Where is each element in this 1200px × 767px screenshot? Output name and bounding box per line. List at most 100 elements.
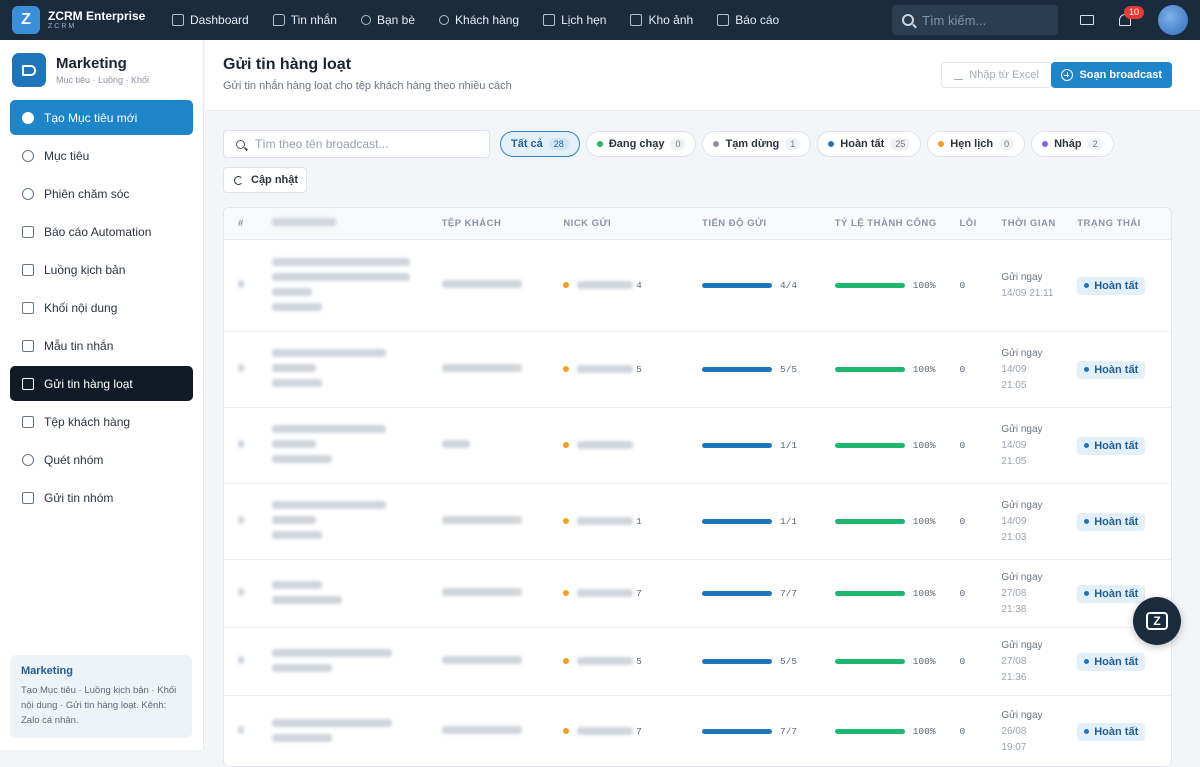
plus-circle-icon [1061, 69, 1074, 81]
status-badge[interactable]: Hoàn tất [1077, 360, 1146, 379]
sidebar-item-goals[interactable]: Mục tiêu [10, 138, 193, 173]
table-row[interactable]: 7 7/7 100% 0 Gửi ngay 27/08 21:38 Hoàn tất [224, 560, 1171, 628]
refresh-label: Cập nhật [251, 174, 299, 186]
top-bar: Z ZCRM Enterprise ZCRM Dashboard Tin nhắ… [0, 0, 1200, 40]
broadcast-name[interactable] [260, 254, 436, 318]
megaphone-icon [22, 377, 34, 390]
sidebar-item-bulk-send[interactable]: Gửi tin hàng loạt [10, 366, 193, 401]
progress-bar [702, 728, 773, 734]
customer-file [436, 440, 558, 451]
sidebar-item-create-goal[interactable]: Tạo Mục tiêu mới [10, 100, 193, 135]
sidebar-item-content-blocks[interactable]: Khối nội dung [10, 290, 193, 325]
chip-count: 25 [890, 138, 911, 150]
nav-messages[interactable]: Tin nhắn [261, 0, 349, 40]
table-row[interactable]: 7 7/7 100% 0 Gửi ngay 26/08 19:07 Hoàn tất [224, 696, 1171, 766]
status-badge[interactable]: Hoàn tất [1077, 512, 1146, 531]
status-badge[interactable]: Hoàn tất [1077, 436, 1146, 455]
status-dot [713, 141, 720, 147]
filter-chip-draft[interactable]: Nháp 2 [1031, 131, 1114, 157]
filter-chip-scheduled[interactable]: Hẹn lịch 0 [927, 131, 1026, 157]
broadcast-name[interactable] [260, 345, 436, 394]
progress-bar [702, 518, 773, 524]
progress-text: 4/4 [780, 279, 798, 291]
user-avatar[interactable] [1158, 5, 1188, 35]
broadcast-name[interactable] [260, 421, 436, 470]
sidebar-item-label: Tạo Mục tiêu mới [44, 110, 138, 125]
broadcast-name[interactable] [260, 715, 436, 749]
send-time: Gửi ngay 27/08 21:38 [997, 570, 1073, 618]
send-clock: 21:36 [1001, 671, 1027, 683]
brand[interactable]: Z ZCRM Enterprise ZCRM [0, 6, 160, 34]
column-header: TIẾN ĐỘ GỬI [702, 218, 767, 229]
table-row[interactable]: 5 5/5 100% 0 Gửi ngay 27/08 21:36 Hoàn tất [224, 628, 1171, 696]
sender-nick: 4 [557, 280, 696, 291]
broadcast-search-input[interactable] [255, 137, 475, 151]
chat-icon [272, 14, 285, 26]
send-progress: 1/1 [696, 516, 829, 527]
sidebar-item-message-templates[interactable]: Mẫu tin nhắn [10, 328, 193, 363]
table-row[interactable]: 4 4/4 100% 0 Gửi ngay 14/09 21:11 Hoàn tấ… [224, 240, 1171, 332]
status-badge[interactable]: Hoàn tất [1077, 722, 1146, 741]
sidebar-item-customer-files[interactable]: Tệp khách hàng [10, 404, 193, 439]
sidebar-item-automation-report[interactable]: Báo cáo Automation [10, 214, 193, 249]
filter-bar: Tất cả 28 Đang chạy 0 Tạm dừng 1 Hoàn tất 25… [205, 111, 1200, 158]
notifications-button[interactable]: 10 [1110, 5, 1144, 35]
sidebar-item-script-flows[interactable]: Luồng kịch bản [10, 252, 193, 287]
chip-count: 28 [548, 138, 569, 150]
send-time: Gửi ngay 14/09 21:11 [997, 270, 1073, 302]
status-label: Hoàn tất [1094, 587, 1139, 600]
nav-label: Dashboard [190, 13, 249, 27]
info-card-title: Marketing [21, 665, 73, 677]
table-row[interactable]: 5 5/5 100% 0 Gửi ngay 14/09 21:05 Hoàn tất [224, 332, 1171, 408]
chip-count: 0 [670, 138, 686, 150]
import-excel-label: Nhập từ Excel [969, 69, 1039, 81]
status-cell: Hoàn tất [1073, 722, 1171, 741]
table-row[interactable]: 1 1/1 100% 0 Gửi ngay 14/09 21:03 Hoàn tất [224, 484, 1171, 560]
status-badge[interactable]: Hoàn tất [1077, 584, 1146, 603]
column-header-name[interactable] [260, 218, 436, 229]
send-mode: Gửi ngay [1001, 639, 1043, 651]
chat-support-button[interactable]: Z [1133, 597, 1181, 645]
progress-bar [702, 366, 773, 372]
status-label: Hoàn tất [1094, 655, 1139, 668]
filter-chip-completed[interactable]: Hoàn tất 25 [817, 131, 922, 157]
success-rate-bar [834, 366, 905, 372]
progress-text: 7/7 [780, 587, 798, 599]
sidebar-item-group-send[interactable]: Gửi tin nhóm [10, 480, 193, 515]
broadcast-name[interactable] [260, 645, 436, 679]
nav-dashboard[interactable]: Dashboard [160, 0, 261, 40]
nav-images[interactable]: Kho ảnh [618, 0, 705, 40]
calendar-icon [543, 14, 556, 26]
report-icon [22, 225, 34, 238]
filter-chip-all[interactable]: Tất cả 28 [500, 131, 580, 157]
broadcast-name[interactable] [260, 497, 436, 546]
sidebar-item-care-sessions[interactable]: Phiên chăm sóc [10, 176, 193, 211]
status-badge[interactable]: Hoàn tất [1077, 652, 1146, 671]
devices-button[interactable] [1072, 5, 1102, 35]
global-search-input[interactable] [922, 12, 1042, 28]
send-date: 14/09 [1001, 439, 1027, 451]
filter-chip-running[interactable]: Đang chạy 0 [585, 131, 697, 157]
send-progress: 4/4 [696, 280, 829, 291]
import-excel-button[interactable]: Nhập từ Excel [941, 62, 1052, 88]
sidebar-item-label: Mẫu tin nhắn [44, 338, 114, 353]
send-date: 14/09 [1001, 363, 1027, 375]
sidebar-item-scan-groups[interactable]: Quét nhóm [10, 442, 193, 477]
filter-chip-paused[interactable]: Tạm dừng 1 [702, 131, 812, 157]
nav-customers[interactable]: Khách hàng [427, 0, 531, 40]
nav-reports[interactable]: Báo cáo [705, 0, 791, 40]
send-progress: 7/7 [696, 726, 829, 737]
column-header: # [238, 218, 244, 229]
status-badge[interactable]: Hoàn tất [1077, 276, 1146, 295]
nick-count: 7 [636, 587, 642, 599]
broadcast-name[interactable] [260, 577, 436, 611]
compose-broadcast-button[interactable]: Soạn broadcast [1051, 62, 1172, 88]
sender-nick: 1 [557, 516, 696, 527]
list-icon [22, 263, 34, 276]
refresh-button[interactable]: Cập nhật [223, 167, 307, 193]
table-row[interactable]: 1/1 100% 0 Gửi ngay 14/09 21:05 Hoàn tất [224, 408, 1171, 484]
devices-icon [1080, 15, 1094, 25]
nav-friends[interactable]: Bạn bè [349, 0, 427, 40]
nav-calendar[interactable]: Lịch hẹn [531, 0, 618, 40]
error-count: 0 [959, 588, 966, 599]
